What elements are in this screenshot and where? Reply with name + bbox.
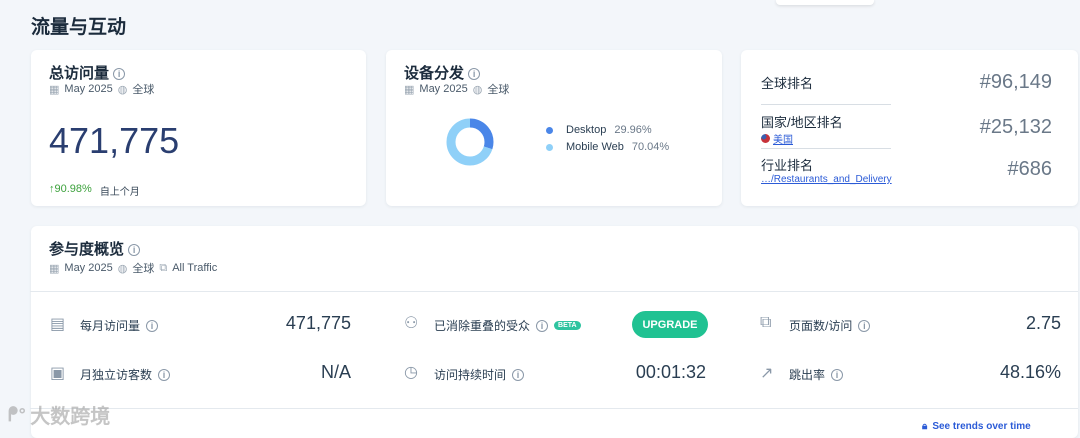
total-visits-change: ↑90.98% 自上个月	[49, 183, 140, 198]
info-icon[interactable]: i	[128, 244, 141, 257]
country-rank-row: 国家/地区排名 美国	[761, 105, 891, 149]
region-label: 全球	[132, 263, 155, 275]
engagement-title-text: 参与度概览	[49, 241, 125, 258]
traffic-label: All Traffic	[172, 262, 218, 274]
dedup-audience-label: 已消除重叠的受众 i BETA	[434, 317, 581, 334]
legend-desktop: Desktop 29.96%	[546, 124, 652, 136]
legend-dot-mobile	[546, 143, 553, 151]
global-rank-row: 全球排名	[761, 63, 891, 105]
users-icon: ⚇	[404, 315, 419, 332]
global-rank-value: #96,149	[979, 71, 1052, 93]
unique-visitors-label-text: 月独立访客数	[80, 368, 153, 382]
us-flag-icon	[761, 134, 770, 143]
bounce-rate-value: 48.16%	[999, 362, 1061, 382]
info-icon[interactable]: i	[512, 368, 525, 381]
watermark-logo-icon: ᖰᐤ	[8, 404, 27, 426]
industry-rank-label: 行业排名	[761, 158, 814, 173]
engagement-title: 参与度概览 i	[49, 238, 141, 259]
top-tab-indicator	[776, 0, 874, 5]
traffic-icon: ⧉	[159, 261, 168, 274]
info-icon[interactable]: i	[831, 368, 844, 381]
total-visits-value: 471,775	[49, 120, 180, 161]
legend-dot-desktop	[546, 126, 553, 134]
region-label: 全球	[132, 84, 155, 96]
change-note: 自上个月	[99, 187, 140, 198]
legend-label: Desktop	[566, 124, 607, 136]
calendar-icon: ▤	[50, 316, 66, 333]
dedup-audience-label-text: 已消除重叠的受众	[434, 319, 531, 333]
engagement-divider	[30, 291, 1078, 292]
device-card: 设备分发 i ▦ May 2025 ◍ 全球 Desktop 29.96% Mo…	[386, 50, 722, 206]
info-icon[interactable]: i	[158, 368, 171, 381]
country-name: 美国	[773, 135, 793, 146]
date-label: May 2025	[64, 83, 113, 95]
info-icon[interactable]: i	[113, 68, 126, 81]
total-visits-title-text: 总访问量	[49, 65, 110, 82]
industry-rank-value: #686	[1007, 158, 1053, 180]
country-rank-label: 国家/地区排名	[761, 115, 843, 130]
pages-icon: ⧉	[760, 314, 772, 331]
monthly-visits-label: 每月访问量 i	[80, 317, 159, 334]
ranks-card: 全球排名 #96,149 国家/地区排名 美国 #25,132 行业排名 …/R…	[741, 50, 1078, 206]
globe-icon: ◍	[117, 83, 128, 96]
pages-per-visit-value: 2.75	[1025, 313, 1061, 333]
bounce-icon: ↗	[760, 365, 774, 382]
page-title: 流量与互动	[31, 17, 127, 38]
watermark-text: 大数跨境	[30, 406, 111, 428]
visit-duration-value: 00:01:32	[635, 362, 706, 382]
globe-icon: ◍	[117, 262, 128, 275]
bounce-rate-label-text: 跳出率	[789, 368, 826, 382]
date-label: May 2025	[419, 83, 468, 95]
device-meta: ▦ May 2025 ◍ 全球	[404, 81, 509, 97]
total-visits-meta: ▦ May 2025 ◍ 全球	[49, 81, 154, 97]
device-donut-chart	[446, 118, 494, 166]
engagement-meta: ▦ May 2025 ◍ 全球 ⧉ All Traffic	[49, 260, 217, 276]
change-value: ↑90.98%	[49, 183, 92, 195]
region-label: 全球	[487, 84, 510, 96]
info-icon[interactable]: i	[468, 68, 481, 81]
watermark: ᖰᐤ 大数跨境	[8, 400, 110, 429]
visit-duration-label-text: 访问持续时间	[434, 368, 507, 382]
device-title-text: 设备分发	[404, 65, 465, 82]
country-link[interactable]: 美国	[761, 131, 891, 146]
monthly-visits-label-text: 每月访问量	[80, 319, 141, 333]
country-rank-value: #25,132	[979, 116, 1052, 138]
legend-label: Mobile Web	[566, 141, 624, 153]
see-trends-text: See trends over time	[932, 421, 1031, 432]
legend-pct: 70.04%	[631, 141, 670, 153]
globe-icon: ◍	[472, 83, 483, 96]
see-trends-link[interactable]: 🔒︎ See trends over time	[922, 421, 1031, 432]
beta-badge: BETA	[554, 321, 581, 330]
info-icon[interactable]: i	[536, 319, 549, 332]
calendar-icon: ▦	[404, 83, 415, 96]
global-rank-label: 全球排名	[761, 76, 814, 91]
clock-icon: ◷	[404, 364, 418, 381]
total-visits-card: 总访问量 i ▦ May 2025 ◍ 全球 471,775 ↑90.98% 自…	[31, 50, 366, 206]
total-visits-title: 总访问量 i	[49, 62, 126, 83]
unique-visitors-value: N/A	[320, 362, 351, 382]
date-label: May 2025	[64, 262, 113, 274]
calendar-icon: ▦	[49, 262, 60, 275]
info-icon[interactable]: i	[146, 319, 159, 332]
legend-pct: 29.96%	[614, 124, 652, 136]
bounce-rate-label: 跳出率 i	[789, 366, 844, 383]
legend-mobile: Mobile Web 70.04%	[546, 141, 669, 153]
monthly-visits-value: 471,775	[285, 313, 351, 333]
unique-visitors-label: 月独立访客数 i	[80, 366, 171, 383]
visit-duration-label: 访问持续时间 i	[434, 366, 525, 383]
footer-divider	[30, 408, 1078, 409]
visitor-icon: ▣	[50, 365, 66, 382]
calendar-icon: ▦	[49, 83, 60, 96]
industry-name: …/Restaurants_and_Delivery	[761, 174, 892, 185]
lock-icon: 🔒︎	[922, 421, 928, 432]
industry-link[interactable]: …/Restaurants_and_Delivery	[761, 174, 892, 185]
pages-per-visit-label-text: 页面数/访问	[789, 319, 853, 333]
pages-per-visit-label: 页面数/访问 i	[789, 317, 871, 334]
industry-rank-row: 行业排名 …/Restaurants_and_Delivery	[761, 149, 892, 191]
info-icon[interactable]: i	[858, 319, 871, 332]
device-title: 设备分发 i	[404, 62, 481, 83]
upgrade-button[interactable]: UPGRADE	[632, 311, 708, 338]
